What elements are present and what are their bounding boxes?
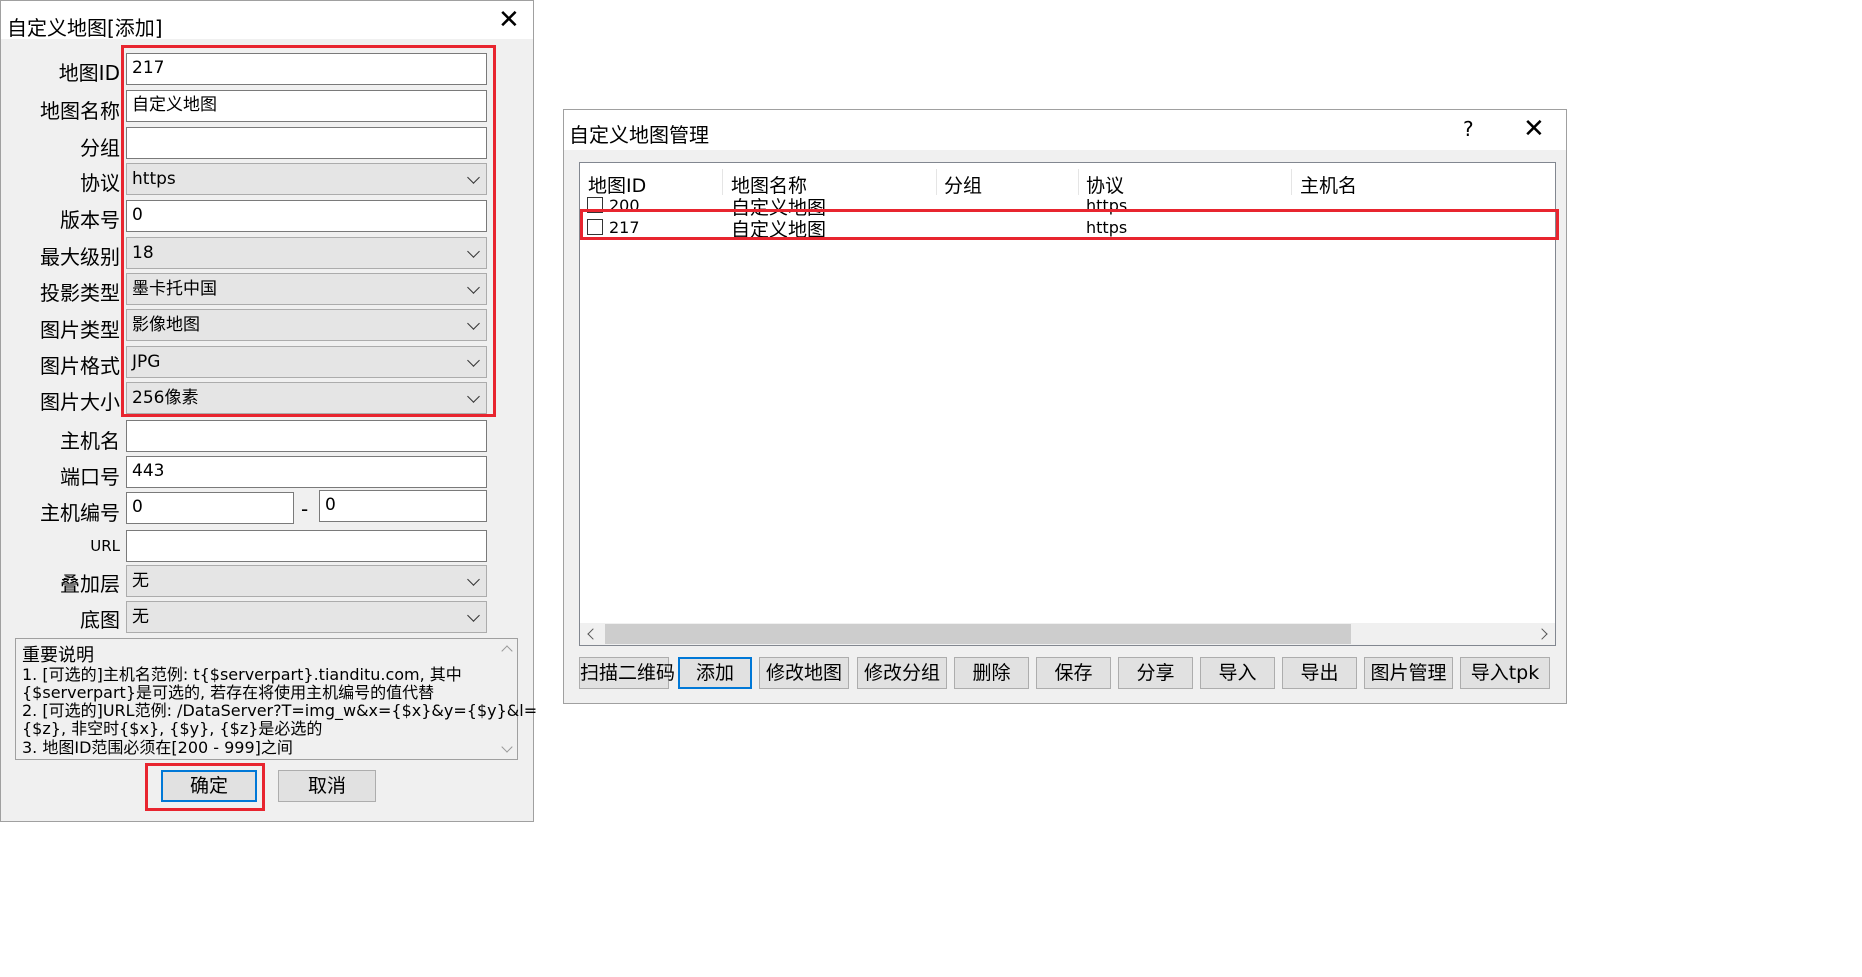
image-manage-button[interactable]: 图片管理 — [1364, 657, 1453, 689]
map-name-input[interactable]: 自定义地图 — [126, 90, 487, 122]
image-size-value: 256像素 — [132, 388, 199, 408]
protocol-label: 协议 — [80, 171, 120, 195]
chevron-down-icon — [467, 171, 480, 184]
image-type-value: 影像地图 — [132, 315, 200, 335]
map-id-label: 地图ID — [58, 61, 120, 85]
row-map-id: 200 — [609, 196, 640, 215]
cancel-button[interactable]: 取消 — [278, 770, 376, 802]
image-size-label: 图片大小 — [40, 390, 120, 414]
overlay-value: 无 — [132, 571, 149, 591]
base-map-select[interactable]: 无 — [126, 601, 487, 633]
host-number-from-input[interactable]: 0 — [126, 492, 294, 524]
max-level-value: 18 — [132, 243, 154, 263]
row-map-id: 217 — [609, 218, 640, 237]
chevron-down-icon — [467, 573, 480, 586]
host-number-label: 主机编号 — [40, 501, 120, 525]
table-row[interactable]: 200 自定义地图 https — [580, 194, 1555, 219]
row-checkbox[interactable] — [587, 219, 603, 235]
image-type-label: 图片类型 — [40, 318, 120, 342]
help-button[interactable]: ? — [1463, 117, 1474, 141]
import-tpk-button[interactable]: 导入tpk — [1460, 657, 1550, 689]
scroll-right-icon[interactable] — [1536, 628, 1548, 640]
group-label: 分组 — [80, 136, 120, 160]
ok-button[interactable]: 确定 — [161, 770, 257, 802]
scan-qr-button[interactable]: 扫描二维码 — [579, 657, 675, 689]
map-manager-dialog: 自定义地图管理 ? ✕ 地图ID 地图名称 分组 协议 主机名 200 自定义地… — [563, 109, 1567, 704]
export-button[interactable]: 导出 — [1282, 657, 1357, 689]
overlay-select[interactable]: 无 — [126, 565, 487, 597]
share-button[interactable]: 分享 — [1118, 657, 1193, 689]
group-input[interactable] — [126, 127, 487, 159]
column-separator — [1078, 169, 1079, 195]
base-map-value: 无 — [132, 607, 149, 627]
map-name-label: 地图名称 — [40, 99, 120, 123]
host-input[interactable] — [126, 420, 487, 452]
scroll-down-icon[interactable] — [501, 741, 513, 753]
add-dialog-titlebar: 自定义地图[添加] ✕ — [1, 1, 533, 40]
port-input[interactable]: 443 — [126, 456, 487, 488]
save-button[interactable]: 保存 — [1036, 657, 1111, 689]
add-dialog-title: 自定义地图[添加] — [7, 16, 163, 40]
image-format-label: 图片格式 — [40, 354, 120, 378]
column-separator — [722, 169, 723, 195]
important-notes-box: 重要说明 1. [可选的]主机名范例: t{$serverpart}.tiand… — [15, 638, 537, 760]
note-line: 3. 地图ID范围必须在[200 - 999]之间 — [22, 738, 293, 757]
chevron-down-icon — [467, 354, 480, 367]
chevron-down-icon — [467, 609, 480, 622]
host-number-separator: - — [301, 497, 309, 521]
edit-map-button[interactable]: 修改地图 — [759, 657, 849, 689]
table-row[interactable]: 217 自定义地图 https — [580, 216, 1555, 241]
version-input[interactable]: 0 — [126, 200, 487, 232]
scrollbar-thumb[interactable] — [605, 624, 1351, 644]
host-number-to-input[interactable]: 0 — [319, 490, 487, 522]
row-map-name: 自定义地图 — [731, 219, 827, 241]
chevron-down-icon — [467, 281, 480, 294]
row-checkbox[interactable] — [587, 197, 603, 213]
add-button[interactable]: 添加 — [678, 657, 752, 689]
delete-button[interactable]: 删除 — [954, 657, 1029, 689]
edit-group-button[interactable]: 修改分组 — [857, 657, 947, 689]
manager-title: 自定义地图管理 — [569, 123, 709, 147]
scroll-left-icon[interactable] — [587, 628, 599, 640]
protocol-select[interactable]: https — [126, 163, 487, 195]
base-map-label: 底图 — [80, 608, 120, 632]
horizontal-scrollbar[interactable] — [580, 623, 1555, 645]
row-protocol: https — [1086, 196, 1128, 215]
max-level-label: 最大级别 — [40, 245, 120, 269]
scroll-up-icon[interactable] — [501, 645, 513, 657]
column-separator — [936, 169, 937, 195]
projection-value: 墨卡托中国 — [132, 279, 217, 299]
map-id-input[interactable]: 217 — [126, 53, 487, 85]
projection-select[interactable]: 墨卡托中国 — [126, 273, 487, 305]
image-size-select[interactable]: 256像素 — [126, 382, 487, 414]
manager-titlebar: 自定义地图管理 ? ✕ — [564, 110, 1566, 150]
chevron-down-icon — [467, 390, 480, 403]
projection-label: 投影类型 — [40, 281, 120, 305]
max-level-select[interactable]: 18 — [126, 237, 487, 269]
add-map-dialog: 自定义地图[添加] ✕ 地图ID 地图名称 分组 协议 版本号 最大级别 投影类… — [0, 0, 537, 822]
protocol-value: https — [132, 169, 176, 189]
image-type-select[interactable]: 影像地图 — [126, 309, 487, 341]
overlay-label: 叠加层 — [60, 572, 120, 596]
version-label: 版本号 — [60, 208, 120, 232]
import-button[interactable]: 导入 — [1200, 657, 1275, 689]
image-format-value: JPG — [132, 352, 161, 372]
host-label: 主机名 — [60, 429, 120, 453]
column-separator — [1291, 169, 1292, 195]
port-label: 端口号 — [60, 465, 120, 489]
map-list: 地图ID 地图名称 分组 协议 主机名 200 自定义地图 https 217 … — [579, 162, 1556, 646]
url-input[interactable] — [126, 530, 487, 562]
url-label: URL — [90, 537, 120, 555]
chevron-down-icon — [467, 317, 480, 330]
row-protocol: https — [1086, 218, 1128, 237]
close-icon[interactable]: ✕ — [498, 7, 520, 33]
chevron-down-icon — [467, 245, 480, 258]
image-format-select[interactable]: JPG — [126, 346, 487, 378]
close-icon[interactable]: ✕ — [1523, 116, 1545, 142]
